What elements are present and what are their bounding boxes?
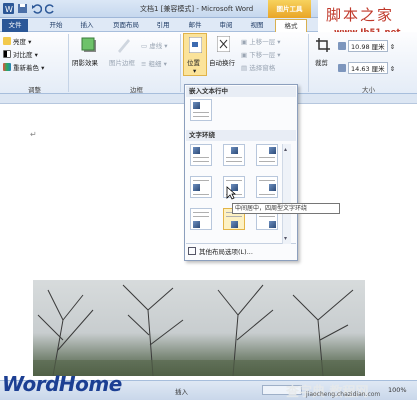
wrap-option-middle-left[interactable] [190, 176, 212, 198]
chevron-down-icon[interactable]: ▾ [284, 235, 287, 242]
height-icon [338, 42, 346, 50]
window-title: 文档1 [兼容模式] - Microsoft Word [140, 5, 254, 13]
redo-icon[interactable] [45, 3, 56, 14]
paragraph-mark: ↵ [30, 130, 37, 139]
wrap-text-icon[interactable] [217, 36, 230, 52]
ribbon-tabs: 文件 开始 插入 页面布局 引用 邮件 审阅 视图 格式 [0, 18, 318, 32]
inline-header: 嵌入文本行中 [186, 86, 296, 97]
tab-page-layout[interactable]: 页面布局 [106, 19, 146, 32]
contrast-icon [3, 50, 11, 58]
wrap-option-bottom-left[interactable] [190, 208, 212, 230]
wrap-header: 文字环绕 [186, 130, 296, 141]
recolor-icon [3, 63, 11, 71]
undo-icon[interactable] [31, 3, 42, 14]
crop-button[interactable]: 裁剪 [315, 57, 328, 67]
wrap-option-top-left[interactable] [190, 144, 212, 166]
tree-photo [33, 284, 365, 376]
shadow-effects-button[interactable]: 阴影效果 [72, 57, 98, 67]
tab-references[interactable]: 引用 [152, 19, 174, 32]
group-label-border: 边框 [130, 86, 143, 94]
position-icon [189, 37, 202, 53]
word-app-icon[interactable]: W [3, 3, 14, 14]
picture-border-button[interactable]: 图片边框 [109, 57, 135, 67]
sun-icon [3, 37, 11, 45]
position-button[interactable]: 位置 ▾ [183, 33, 207, 76]
group-divider [180, 34, 181, 92]
wrap-option-top-center[interactable] [223, 144, 245, 166]
tab-review[interactable]: 审阅 [215, 19, 237, 32]
tab-view[interactable]: 视图 [246, 19, 268, 32]
mouse-cursor-icon [226, 186, 236, 200]
save-icon[interactable] [17, 3, 28, 14]
svg-text:W: W [5, 5, 13, 14]
width-field[interactable]: 14.63 厘米 ⇕ [338, 62, 395, 74]
wrap-text-button[interactable]: 自动换行 [209, 57, 235, 67]
selection-pane-button[interactable]: ▤ 选择窗格 [241, 62, 275, 72]
wrap-option-top-right[interactable] [256, 144, 278, 166]
position-gallery: 嵌入文本行中 文字环绕 [184, 84, 298, 261]
height-field[interactable]: 10.98 厘米 ⇕ [338, 40, 395, 52]
group-label-size: 大小 [362, 86, 375, 94]
tab-mailings[interactable]: 邮件 [184, 19, 206, 32]
crop-icon[interactable] [316, 38, 330, 52]
width-icon [338, 64, 346, 72]
group-label-adjust: 调整 [28, 86, 41, 94]
watermark-site-cn: 脚本之家 [326, 6, 395, 24]
send-backward-button[interactable]: ▣ 下移一层 ▾ [241, 49, 281, 59]
group-divider [68, 34, 69, 92]
menu-divider [186, 243, 296, 244]
wordhome-logo: WordHome [2, 372, 122, 396]
gallery-scrollbar[interactable]: ▴ ▾ [282, 144, 291, 244]
layout-options-icon [188, 247, 196, 255]
chevron-up-icon[interactable]: ▴ [284, 146, 287, 153]
tooltip: 中间居中，四周型文字环绕 [232, 203, 340, 214]
picture-border-icon[interactable] [115, 36, 133, 54]
brightness-button[interactable]: 亮度 ▾ [3, 36, 31, 46]
group-divider [308, 34, 309, 92]
inline-option[interactable] [190, 99, 212, 121]
insert-mode[interactable]: 插入 [175, 386, 188, 396]
tab-file[interactable]: 文件 [2, 19, 28, 32]
recolor-button[interactable]: 重新着色 ▾ [3, 62, 44, 72]
zoom-level[interactable]: 100% [388, 386, 407, 394]
tab-format[interactable]: 格式 [275, 19, 307, 32]
watermark-bottom-url: jiaocheng.chazidian.com [306, 391, 381, 398]
tab-insert[interactable]: 插入 [76, 19, 98, 32]
chevron-down-icon: ▾ [193, 67, 197, 75]
wrap-option-middle-right[interactable] [256, 176, 278, 198]
weight-button[interactable]: ≡ 粗细 ▾ [141, 58, 167, 68]
bring-forward-button[interactable]: ▣ 上移一层 ▾ [241, 36, 281, 46]
shadow-effects-icon[interactable] [80, 36, 98, 54]
contrast-button[interactable]: 对比度 ▾ [3, 49, 38, 59]
picture-tools-label: 图片工具 [268, 0, 311, 18]
tab-home[interactable]: 开始 [44, 19, 68, 32]
document-picture[interactable] [33, 280, 365, 376]
more-layout-options[interactable]: 其他布局选项(L)... [188, 246, 253, 256]
dashes-button[interactable]: ▭ 虚线 ▾ [141, 40, 168, 50]
